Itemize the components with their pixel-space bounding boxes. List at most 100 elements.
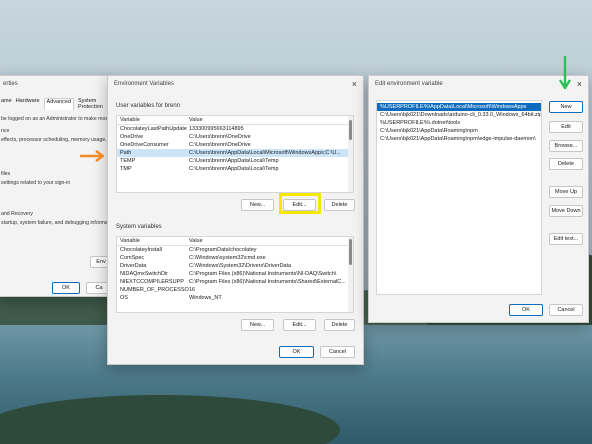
path-entry[interactable]: %USERPROFILE%\AppData\Local\Microsoft\Wi… [377,103,541,111]
column-header-value: Value [189,238,203,244]
delete-button[interactable]: Delete [549,158,583,170]
variable-value: 133300995663114895 [189,126,244,132]
user-variables-table: Variable Value ChocolateyLastPathUpdate 1… [116,115,354,193]
window-title: Environment Variables × [108,76,363,92]
variable-name: NUMBER_OF_PROCESSORS [120,287,189,293]
performance-heading: nce [1,128,10,134]
table-row[interactable]: NIEXTCCOMPILERSUPP C:\Program Files (x86)… [117,278,353,286]
table-row[interactable]: NIDAQmxSwitchDir C:\Program Files (x86)\N… [117,270,353,278]
variable-value: C:\Windows\system32\cmd.exe [189,255,266,261]
new-button[interactable]: New [549,101,583,113]
column-header-variable: Variable [120,238,140,244]
tab-computer-name[interactable]: ame [1,98,12,110]
variable-name: NIDAQmxSwitchDir [120,271,168,277]
variable-name: Path [120,150,132,156]
window-title-text: Edit environment variable [375,81,443,87]
column-header-value: Value [189,117,203,123]
path-entry[interactable]: %USERPROFILE%\.dotnet\tools [377,119,541,127]
variable-value: C:\Users\brenn\AppData\Local\Temp [189,158,279,164]
edit-button-highlight [279,193,321,214]
table-row[interactable]: Path C:\Users\brenn\AppData\Local\Microso… [117,149,353,157]
table-row[interactable]: ComSpec C:\Windows\system32\cmd.exe [117,254,353,262]
system-delete-button[interactable]: Delete [324,319,355,331]
green-arrow-icon [558,56,572,90]
close-icon[interactable]: × [352,76,357,92]
browse-button[interactable]: Browse... [549,140,583,152]
variable-value: C:\Users\brenn\OneDrive [189,134,251,140]
scrollbar[interactable] [348,237,353,312]
table-row[interactable]: ChocolateyLastPathUpdate 1333009956631148… [117,125,353,133]
system-new-button[interactable]: New... [241,319,274,331]
window-title: erties [3,81,18,87]
path-entry[interactable]: C:\Users\bjk021\AppData\Roaming\npm\edge… [377,135,541,143]
performance-desc: effects, processor scheduling, memory us… [1,137,117,143]
table-header: Variable Value [117,116,353,125]
variable-value: C:\Users\brenn\OneDrive [189,142,251,148]
user-new-button[interactable]: New... [241,199,274,211]
ok-button[interactable]: OK [279,346,314,358]
window-title: Edit environment variable × [369,76,588,92]
tab-system-protection[interactable]: System Protection [78,98,107,110]
column-header-variable: Variable [120,117,140,123]
profiles-desc: settings related to your sign-in [1,180,71,186]
window-title-text: Environment Variables [114,81,174,87]
path-entry[interactable]: C:\Users\bjk021\AppData\Roaming\npm [377,127,541,135]
edit-button[interactable]: Edit [549,121,583,133]
variable-name: ChocolateyLastPathUpdate [120,126,187,132]
system-variables-heading: System variables [116,224,162,230]
path-entries-list: %USERPROFILE%\AppData\Local\Microsoft\Wi… [376,100,542,295]
table-row[interactable]: DriverData C:\Windows\System32\Drivers\Dr… [117,262,353,270]
user-variables-heading: User variables for brenn [116,103,181,109]
close-icon[interactable]: × [577,76,582,92]
move-down-button[interactable]: Move Down [549,205,583,217]
table-header: Variable Value [117,237,353,246]
scroll-thumb[interactable] [349,239,352,265]
edit-environment-variable-window: Edit environment variable × %USERPROFILE… [368,75,589,323]
variable-value: C:\Program Files (x86)\National Instrume… [189,271,337,277]
variable-value: Windows_NT [189,295,222,301]
tab-hardware[interactable]: Hardware [16,98,40,110]
variable-name: NIEXTCCOMPILERSUPP [120,279,184,285]
table-row[interactable]: TMP C:\Users\brenn\AppData\Local\Temp [117,165,353,173]
variable-value: C:\ProgramData\chocolatey [189,247,257,253]
ok-button[interactable]: OK [509,304,543,316]
table-row[interactable]: OneDriveConsumer C:\Users\brenn\OneDrive [117,141,353,149]
scrollbar[interactable] [348,116,353,192]
variable-name: OS [120,295,128,301]
edit-text-button[interactable]: Edit text... [549,233,583,245]
table-row[interactable]: ChocolateyInstall C:\ProgramData\chocolat… [117,246,353,254]
admin-note: be logged on as an Administrator to make… [1,116,110,122]
profiles-heading: files [1,171,11,177]
system-edit-button[interactable]: Edit... [283,319,316,331]
tab-strip: ame Hardware Advanced System Protection [1,98,111,110]
ok-button[interactable]: OK [52,282,80,294]
variable-name: ComSpec [120,255,145,261]
variable-name: OneDrive [120,134,144,140]
scroll-thumb[interactable] [349,120,352,140]
variable-name: OneDriveConsumer [120,142,169,148]
variable-value: 16 [189,287,196,293]
variable-name: TEMP [120,158,136,164]
variable-name: DriverData [120,263,147,269]
path-entry[interactable]: C:\Users\bjk021\Downloads\arduino-cli_0.… [377,111,541,119]
variable-value: C:\Users\brenn\AppData\Local\Temp [189,166,279,172]
variable-value: C:\Users\brenn\AppData\Local\Microsoft\W… [189,150,341,156]
orange-arrow-icon [80,150,105,162]
table-row[interactable]: NUMBER_OF_PROCESSORS 16 [117,286,353,294]
user-delete-button[interactable]: Delete [324,199,355,211]
table-row[interactable]: OS Windows_NT [117,294,353,302]
variable-name: ChocolateyInstall [120,247,162,253]
system-variables-table: Variable Value ChocolateyInstall C:\Progr… [116,236,354,313]
variable-value: C:\Program Files (x86)\National Instrume… [189,279,346,285]
startup-heading: and Recovery [1,211,34,217]
table-row[interactable]: TEMP C:\Users\brenn\AppData\Local\Temp [117,157,353,165]
variable-name: TMP [120,166,132,172]
table-row[interactable]: OneDrive C:\Users\brenn\OneDrive [117,133,353,141]
move-up-button[interactable]: Move Up [549,186,583,198]
cancel-button[interactable]: Cancel [549,304,583,316]
startup-desc: startup, system failure, and debugging i… [1,220,117,226]
cancel-button[interactable]: Cancel [320,346,355,358]
system-properties-window: erties ame Hardware Advanced System Prot… [0,75,117,297]
tab-advanced[interactable]: Advanced [43,98,75,110]
environment-variables-window: Environment Variables × User variables f… [107,75,364,365]
